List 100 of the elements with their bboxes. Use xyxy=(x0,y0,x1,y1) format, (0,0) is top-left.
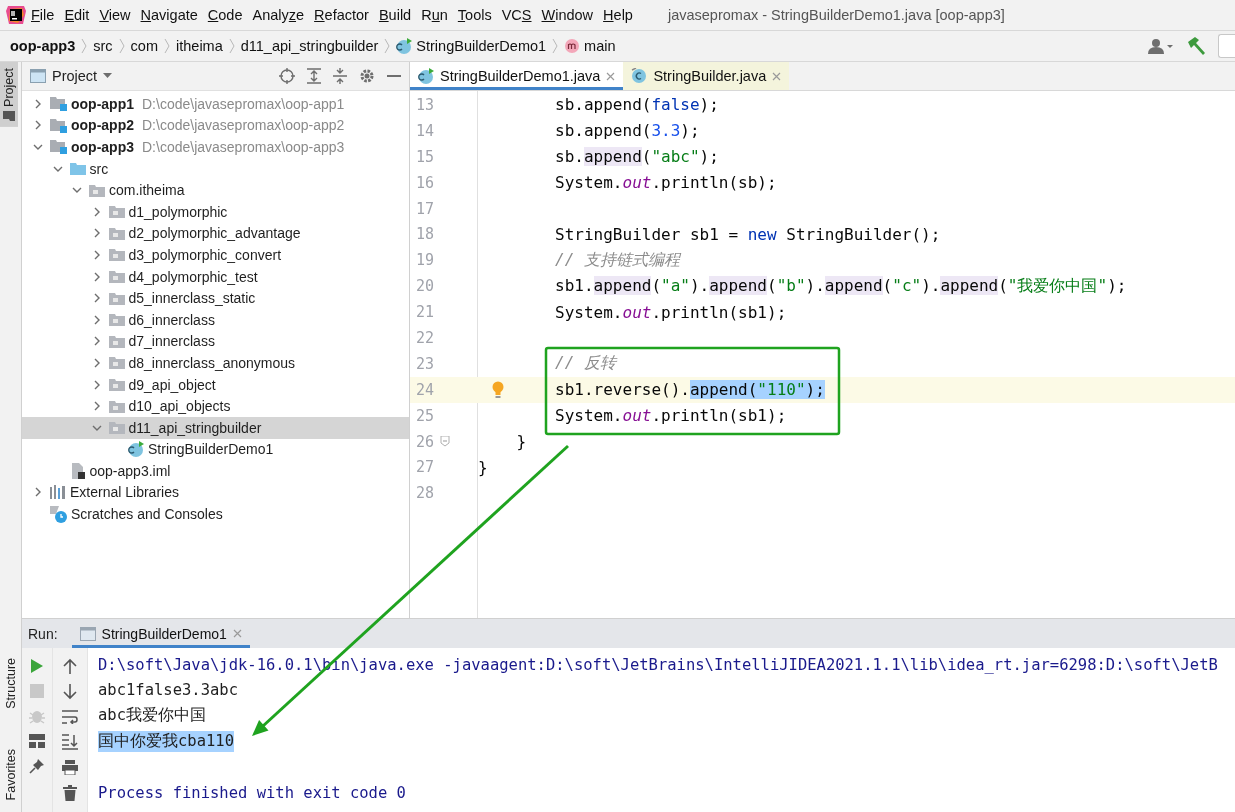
chevron-right-icon[interactable] xyxy=(92,271,101,282)
menu-item[interactable]: Analyze xyxy=(247,7,310,23)
line-number: 15 xyxy=(415,147,436,166)
menu-item[interactable]: VCS xyxy=(496,7,537,23)
close-icon[interactable] xyxy=(606,71,616,81)
chevron-down-icon[interactable] xyxy=(52,164,63,173)
package-folder-icon xyxy=(108,421,125,435)
menu-item[interactable]: File xyxy=(26,7,60,23)
chevron-right-icon[interactable] xyxy=(34,120,42,131)
breadcrumb-item[interactable]: StringBuilderDemo1 xyxy=(396,38,547,54)
tree-item[interactable]: d4_polymorphic_test xyxy=(22,265,409,288)
breadcrumb-separator-icon xyxy=(81,38,88,54)
tree-item[interactable]: com.itheima xyxy=(22,179,409,201)
tree-item[interactable]: d6_innerclass xyxy=(22,308,409,331)
code-line: sb.append(false); xyxy=(554,95,719,115)
project-view-selector[interactable]: Project xyxy=(30,68,113,84)
code-line: sb.append("abc"); xyxy=(554,147,719,167)
chevron-right-icon[interactable] xyxy=(92,336,101,347)
menu-item[interactable]: Window xyxy=(536,7,599,23)
chevron-right-icon[interactable] xyxy=(92,228,101,239)
tree-item[interactable]: oop-app1 D:\code\javasepromax\oop-app1 xyxy=(22,93,409,115)
code-line: } xyxy=(515,432,527,451)
chevron-right-icon[interactable] xyxy=(92,206,101,217)
menu-item[interactable]: Build xyxy=(373,7,417,23)
expand-all-icon[interactable] xyxy=(307,68,321,84)
module-file-icon xyxy=(69,462,86,479)
menu-item[interactable]: Edit xyxy=(59,7,95,23)
menu-item[interactable]: Navigate xyxy=(135,7,203,23)
tree-item[interactable]: d2_polymorphic_advantage xyxy=(22,222,409,245)
class-icon xyxy=(418,68,434,84)
editor-tab[interactable]: StringBuilder.java xyxy=(623,62,790,90)
run-tab[interactable]: StringBuilderDemo1 xyxy=(71,619,250,648)
chevron-right-icon[interactable] xyxy=(92,357,101,368)
chevron-right-icon[interactable] xyxy=(92,249,101,260)
tree-item[interactable]: oop-app2 D:\code\javasepromax\oop-app2 xyxy=(22,114,409,137)
arrow-up-icon[interactable] xyxy=(63,658,77,674)
module-folder-icon xyxy=(50,96,67,112)
menu-item[interactable]: View xyxy=(94,7,136,23)
tree-item[interactable]: Scratches and Consoles xyxy=(22,503,409,525)
tree-item[interactable]: oop-app3 D:\code\javasepromax\oop-app3 xyxy=(22,136,409,158)
tree-item[interactable]: d7_innerclass xyxy=(22,330,409,353)
settings-icon[interactable] xyxy=(359,68,375,84)
panel-label: Run: xyxy=(28,625,58,642)
chevron-right-icon[interactable] xyxy=(92,401,101,412)
chevron-right-icon[interactable] xyxy=(34,98,42,109)
chevron-down-icon[interactable] xyxy=(72,186,82,195)
tree-item[interactable]: d1_polymorphic xyxy=(22,200,409,223)
trash-icon[interactable] xyxy=(63,785,77,801)
scroll-to-end-icon[interactable] xyxy=(62,734,78,750)
pin-icon[interactable] xyxy=(29,758,45,774)
soft-wrap-icon[interactable] xyxy=(62,710,78,724)
run-icon[interactable] xyxy=(30,658,44,674)
user-menu-icon[interactable] xyxy=(1148,38,1174,54)
menu-item[interactable]: Code xyxy=(202,7,248,23)
chevron-right-icon[interactable] xyxy=(34,487,42,498)
breadcrumb-item[interactable]: d11_api_stringbuilder xyxy=(240,38,379,54)
menu-item[interactable]: Refactor xyxy=(309,7,374,23)
arrow-down-icon[interactable] xyxy=(63,684,77,700)
breadcrumb-separator-icon xyxy=(552,38,559,54)
layout-icon[interactable] xyxy=(29,734,45,748)
breadcrumb-item[interactable]: main xyxy=(564,38,616,54)
tree-item[interactable]: oop-app3.iml xyxy=(22,460,409,482)
menu-item[interactable]: Help xyxy=(598,7,638,23)
tree-item[interactable]: d3_polymorphic_convert xyxy=(22,244,409,266)
menu-item[interactable]: Tools xyxy=(452,7,497,23)
tree-item[interactable]: d9_api_object xyxy=(22,373,409,396)
editor-tab[interactable]: StringBuilderDemo1.java xyxy=(410,62,624,90)
tree-item[interactable]: d10_api_objects xyxy=(22,395,409,417)
print-icon[interactable] xyxy=(62,760,78,775)
tree-item[interactable]: d5_innerclass_static xyxy=(22,287,409,309)
line-number: 26 xyxy=(415,432,436,451)
chevron-down-icon[interactable] xyxy=(33,143,43,151)
tree-item[interactable]: d11_api_stringbuilder xyxy=(22,416,409,439)
fold-marker-icon[interactable] xyxy=(440,435,450,447)
breadcrumb-separator-icon xyxy=(164,38,170,54)
chevron-right-icon[interactable] xyxy=(92,379,101,390)
collapse-all-icon[interactable] xyxy=(333,68,347,84)
breadcrumb-item[interactable]: com xyxy=(130,38,158,54)
breadcrumb-separator-icon xyxy=(118,38,125,54)
locate-icon[interactable] xyxy=(279,68,295,84)
chevron-down-icon[interactable] xyxy=(91,423,102,432)
line-number: 24 xyxy=(415,380,436,399)
breadcrumb-item[interactable]: itheima xyxy=(176,38,223,54)
chevron-right-icon[interactable] xyxy=(92,293,101,304)
tool-window-tab[interactable]: Project xyxy=(0,62,18,127)
tree-item[interactable]: d8_innerclass_anonymous xyxy=(22,352,409,374)
breadcrumb-item[interactable]: oop-app3 xyxy=(10,38,76,54)
breadcrumb-item[interactable]: src xyxy=(93,38,113,54)
minimize-icon[interactable] xyxy=(387,74,401,78)
tree-item[interactable]: StringBuilderDemo1 xyxy=(22,438,409,461)
tool-window-tab[interactable]: Favorites xyxy=(0,742,21,806)
tree-item[interactable]: External Libraries xyxy=(22,481,409,504)
chevron-right-icon[interactable] xyxy=(92,314,101,325)
lightbulb-icon[interactable] xyxy=(492,380,504,399)
hammer-icon[interactable] xyxy=(1186,36,1206,56)
menu-item[interactable]: Run xyxy=(416,7,453,23)
breadcrumb-separator-icon xyxy=(384,38,391,54)
caret-down-icon xyxy=(103,73,113,79)
tree-item[interactable]: src xyxy=(22,157,409,180)
tool-window-tab[interactable]: Structure xyxy=(0,651,21,715)
